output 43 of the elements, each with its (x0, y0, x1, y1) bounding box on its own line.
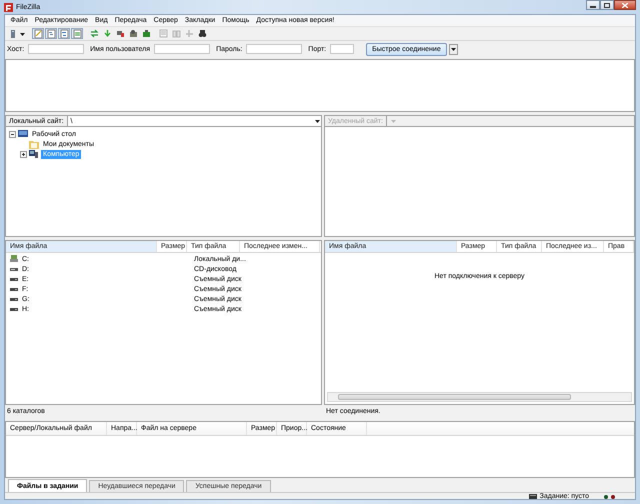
input-field[interactable] (28, 44, 84, 54)
collapse-icon[interactable] (9, 130, 16, 138)
tree-icon (60, 29, 68, 38)
activity-light-icon (611, 494, 615, 498)
activity-light-icon (604, 494, 608, 498)
maximize-button[interactable] (600, 0, 614, 10)
input-field[interactable] (246, 44, 302, 54)
input-field[interactable] (330, 44, 354, 54)
drive-icon (10, 285, 18, 293)
server-icon (8, 29, 18, 38)
caret-icon (450, 48, 456, 50)
close-icon (622, 2, 628, 8)
toolbar-button[interactable] (127, 28, 139, 39)
app-logo-icon (4, 2, 13, 12)
list-icon (72, 29, 82, 38)
expand-icon[interactable] (20, 150, 27, 158)
scrollbar[interactable] (327, 392, 632, 402)
close-button[interactable] (614, 0, 636, 10)
filter-icon (158, 29, 168, 38)
cross-icon (184, 29, 194, 38)
minimize-button[interactable] (586, 0, 600, 10)
drive-icon (10, 305, 18, 313)
toolbar-button[interactable] (196, 28, 208, 39)
down-arrow-icon (102, 29, 112, 38)
columns-icon (172, 29, 180, 38)
search-icon (198, 29, 206, 38)
dropdown-button[interactable] (448, 44, 458, 54)
disc-drive-icon (10, 265, 18, 273)
hard-drive-icon (10, 255, 18, 263)
drive-icon (10, 275, 18, 283)
computer-icon (29, 150, 39, 158)
caret-icon (390, 118, 397, 124)
caret-icon (314, 118, 321, 124)
input-field[interactable] (154, 44, 210, 54)
folder-icon (29, 140, 39, 148)
queue-icon (528, 494, 537, 499)
toolbar-button[interactable] (140, 28, 152, 39)
tree-icon (46, 29, 56, 38)
arrows-icon (90, 29, 98, 38)
desktop-icon (18, 130, 28, 138)
pencil-icon (34, 29, 42, 38)
maximize-icon (604, 2, 610, 8)
drive-icon (10, 295, 18, 303)
